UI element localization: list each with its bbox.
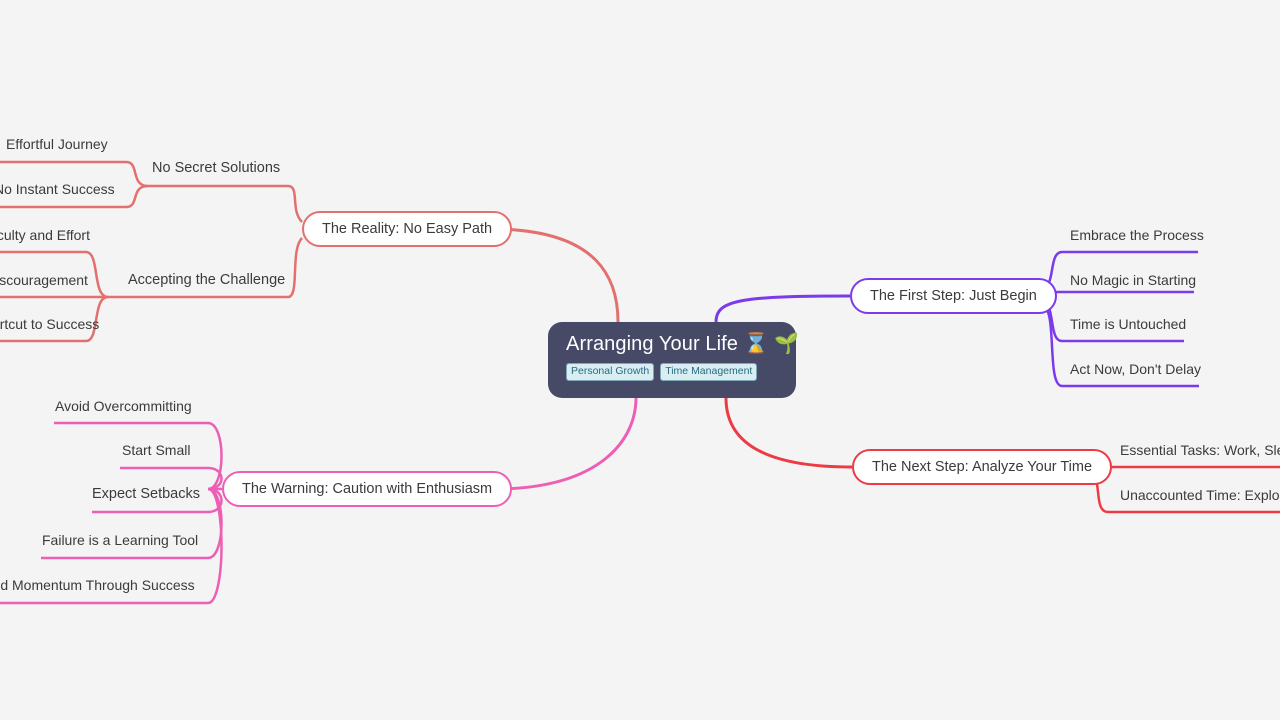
leaf-time-is-untouched[interactable]: Time is Untouched (1070, 315, 1186, 333)
leaf-label-expect-setbacks: Expect Setbacks (92, 486, 200, 502)
root-tag-list: Personal Growth Time Management (566, 363, 778, 381)
leaf-act-now-dont-delay[interactable]: Act Now, Don't Delay (1070, 360, 1201, 378)
leaf-failure-is-a-learning-tool[interactable]: Failure is a Learning Tool (42, 531, 198, 549)
connector-root-to-next-step (724, 397, 853, 469)
leaf-discouragement[interactable]: Discouragement (0, 271, 88, 289)
leaf-embrace-the-process[interactable]: Embrace the Process (1070, 226, 1204, 244)
leaf-label-difficulty-and-effort: Difficulty and Effort (0, 227, 90, 243)
leaf-start-small[interactable]: Start Small (122, 441, 190, 459)
leaf-label-act-now-dont-delay: Act Now, Don't Delay (1070, 361, 1202, 377)
branch-node-next-step[interactable]: The Next Step: Analyze Your Time (852, 449, 1113, 485)
leaf-effortful-journey[interactable]: Effortful Journey (6, 135, 108, 153)
leaf-label-accepting-the-challenge: Accepting the Challenge (128, 272, 286, 288)
leaf-label-embrace-the-process: Embrace the Process (1070, 227, 1204, 243)
branch-label-warning: The Warning: Caution with Enthusiasm (242, 481, 493, 497)
root-node[interactable]: Arranging Your Life ⌛ 🌱 Personal Growth … (548, 322, 800, 398)
leaf-label-effortful-journey: Effortful Journey (6, 136, 108, 152)
leaf-no-shortcut-to-success[interactable]: No Shortcut to Success (0, 315, 99, 333)
leaf-label-no-shortcut-to-success: No Shortcut to Success (0, 316, 100, 332)
connector-root-to-reality (493, 227, 620, 323)
branch-label-first-step: The First Step: Just Begin (870, 288, 1037, 304)
connector-reality-to-no-secret-solutions (148, 184, 303, 223)
branch-label-reality: The Reality: No Easy Path (322, 221, 493, 237)
branch-node-first-step[interactable]: The First Step: Just Begin (850, 278, 1057, 314)
leaf-label-build-momentum-through-success: Build Momentum Through Success (0, 577, 195, 593)
leaf-no-instant-success[interactable]: No Instant Success (0, 180, 115, 198)
branch-label-next-step: The Next Step: Analyze Your Time (872, 459, 1093, 475)
leaf-essential-tasks[interactable]: Essential Tasks: Work, Sleep (1120, 441, 1280, 459)
leaf-label-failure-is-a-learning-tool: Failure is a Learning Tool (42, 532, 199, 548)
leaf-unaccounted-time[interactable]: Unaccounted Time: Explore (1120, 486, 1280, 504)
root-title: Arranging Your Life ⌛ 🌱 (566, 333, 800, 355)
leaf-no-secret-solutions[interactable]: No Secret Solutions (152, 159, 280, 177)
leaf-accepting-the-challenge[interactable]: Accepting the Challenge (128, 271, 285, 289)
root-tag-personal-growth[interactable]: Personal Growth (566, 363, 655, 381)
connector-root-to-warning (493, 397, 638, 491)
leaf-difficulty-and-effort[interactable]: Difficulty and Effort (0, 226, 90, 244)
leaf-label-start-small: Start Small (122, 442, 191, 458)
leaf-expect-setbacks[interactable]: Expect Setbacks (92, 485, 200, 503)
leaf-label-no-secret-solutions: No Secret Solutions (152, 160, 281, 176)
leaf-avoid-overcommitting[interactable]: Avoid Overcommitting (55, 397, 192, 415)
branch-node-warning[interactable]: The Warning: Caution with Enthusiasm (222, 471, 513, 507)
leaf-no-magic-in-starting[interactable]: No Magic in Starting (1070, 271, 1196, 289)
leaf-label-essential-tasks: Essential Tasks: Work, Sleep (1120, 442, 1280, 458)
leaf-label-no-magic-in-starting: No Magic in Starting (1070, 272, 1197, 288)
leaf-label-no-instant-success: No Instant Success (0, 181, 115, 197)
leaf-label-discouragement: Discouragement (0, 272, 88, 288)
leaf-label-unaccounted-time: Unaccounted Time: Explore (1120, 487, 1280, 503)
branch-node-reality[interactable]: The Reality: No Easy Path (302, 211, 513, 247)
connector-next-step-to-essential-tasks (1087, 460, 1280, 469)
mindmap-canvas: Arranging Your Life ⌛ 🌱 Personal Growth … (0, 0, 1280, 720)
leaf-build-momentum-through-success[interactable]: Build Momentum Through Success (0, 576, 195, 594)
connector-root-to-first-step (714, 294, 851, 323)
leaf-label-avoid-overcommitting: Avoid Overcommitting (55, 398, 192, 414)
root-tag-time-management[interactable]: Time Management (660, 363, 758, 381)
leaf-label-time-is-untouched: Time is Untouched (1070, 316, 1187, 332)
